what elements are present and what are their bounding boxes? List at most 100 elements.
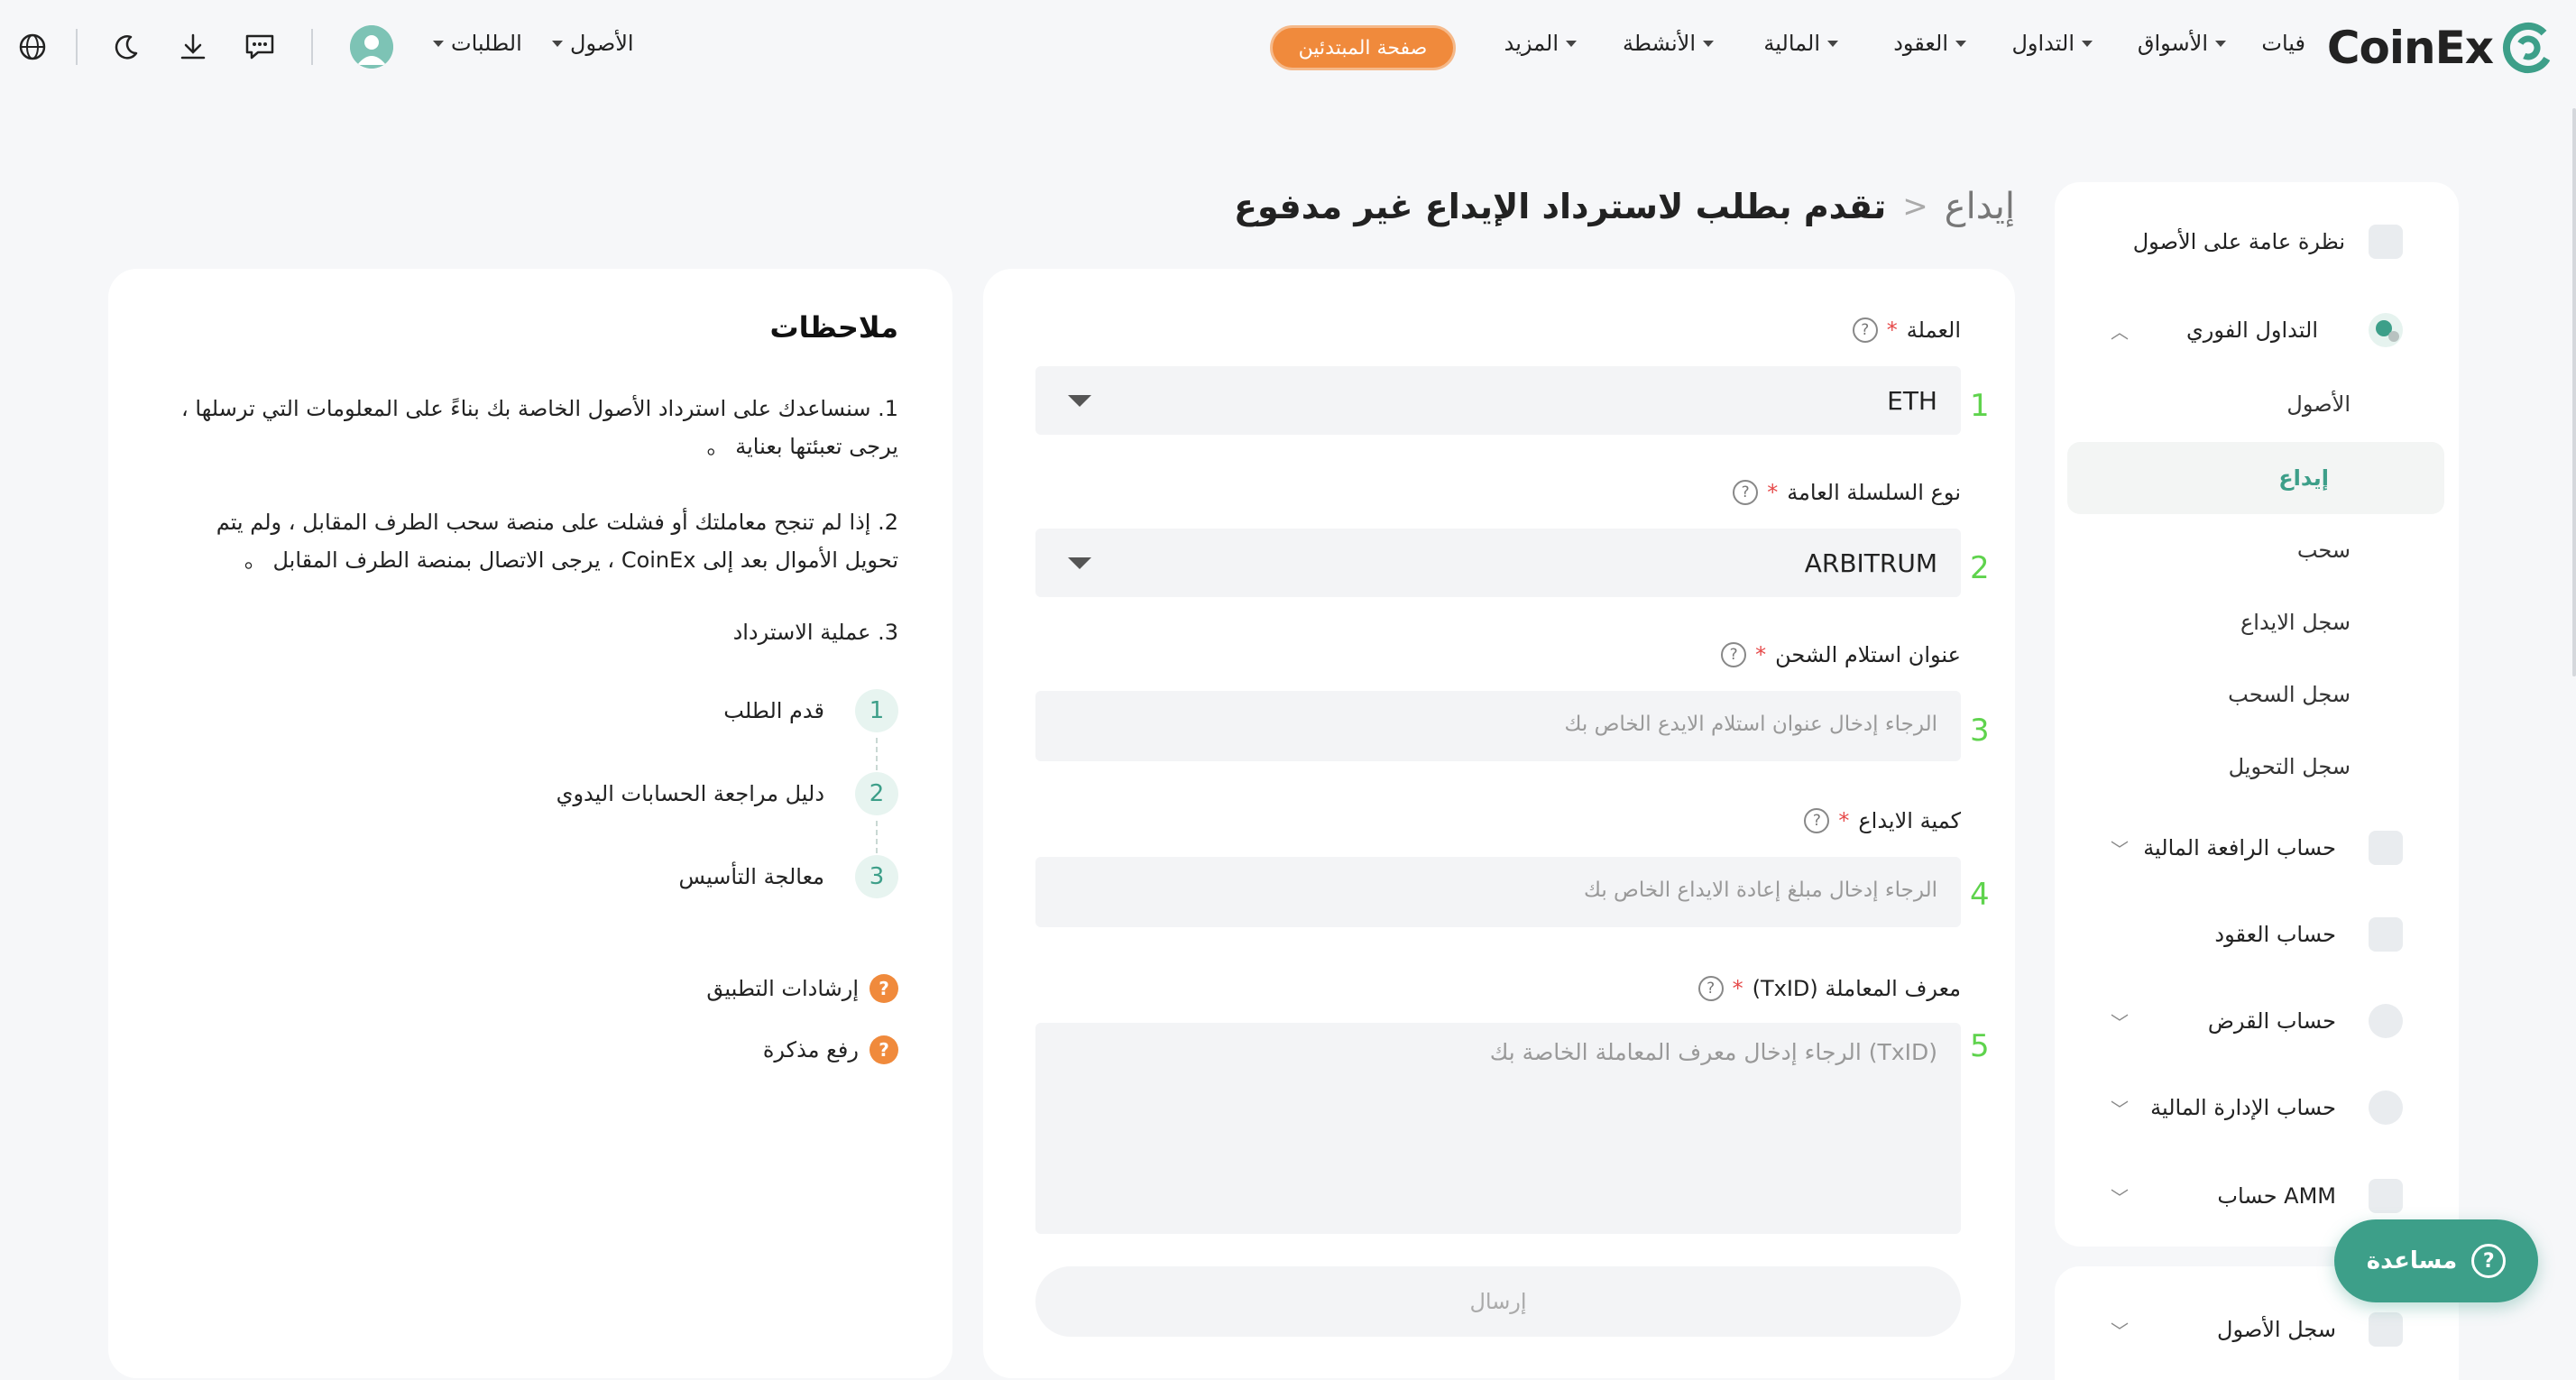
step-number: 1 [1970, 388, 1990, 424]
nav-futures[interactable]: العقود [1893, 31, 1966, 56]
help-icon[interactable]: ? [1804, 808, 1830, 833]
nav-activities[interactable]: الأنشطة [1623, 31, 1714, 56]
nav-orders-label: الطلبات [451, 31, 522, 56]
sidebar-item-futures[interactable]: حساب العقود [2055, 907, 2459, 961]
chevron-down-icon [2082, 40, 2093, 47]
nav-trading[interactable]: التداول [2011, 31, 2093, 56]
chevron-down-icon[interactable]: ﹀ [2111, 835, 2129, 861]
txid-placeholder: الرجاء إدخال معرف المعاملة الخاصة بك (Tx… [1489, 1039, 1937, 1065]
question-icon: ? [2471, 1244, 2507, 1278]
nav-more-label: المزيد [1504, 31, 1559, 56]
amount-label: كمية الايداع * ? [1804, 808, 1961, 833]
globe-icon[interactable] [16, 31, 49, 63]
chevron-down-icon [1827, 40, 1838, 47]
chevron-down-icon [433, 40, 444, 47]
help-icon[interactable]: ? [1721, 642, 1747, 667]
step-circle: 3 [855, 855, 898, 898]
coin-select[interactable]: ETH [1035, 366, 1961, 435]
txid-textarea[interactable]: الرجاء إدخال معرف المعاملة الخاصة بك (Tx… [1035, 1023, 1961, 1234]
chevron-down-icon[interactable]: ﹀ [2111, 1008, 2129, 1035]
submit-button[interactable]: إرسال [1035, 1266, 1961, 1337]
sidebar-item-margin[interactable]: حساب الرافعة المالية ﹀ [2055, 821, 2459, 875]
chat-icon[interactable] [244, 31, 276, 63]
chevron-down-icon [1566, 40, 1577, 47]
guide-text: إرشادات التطبيق [706, 976, 859, 1001]
address-label-text: عنوان استلام الشحن [1775, 642, 1961, 667]
help-icon[interactable]: ? [1697, 976, 1724, 1001]
step-connector [876, 738, 878, 770]
divider [76, 29, 78, 65]
nav-markets-label: الأسواق [2137, 31, 2208, 56]
nav-finance-label: المالية [1763, 31, 1820, 56]
coin-label: العملة * ? [1852, 317, 1961, 343]
required-mark: * [1755, 642, 1767, 667]
breadcrumb-deposit-link[interactable]: إيداع [1945, 186, 2015, 227]
sidebar-item-deposit-history[interactable]: سجل الايداع [2055, 595, 2459, 649]
amm-icon [2369, 1179, 2403, 1213]
sidebar-item-transfer-history[interactable]: سجل التحويل [2055, 740, 2459, 794]
chevron-up-icon[interactable]: ︿ [2111, 317, 2129, 344]
step-number: 3 [1970, 713, 1990, 749]
address-input[interactable]: الرجاء إدخال عنوان استلام الايدع الخاص ب… [1035, 691, 1961, 761]
chevron-down-icon[interactable]: ﹀ [2111, 1317, 2129, 1343]
step-number: 2 [1970, 550, 1990, 586]
nav-fiat[interactable]: فيات [2261, 31, 2305, 56]
sidebar-item-deposit[interactable]: إيداع [2055, 451, 2459, 505]
sidebar-amm-label: حساب AMM [2217, 1183, 2336, 1209]
sidebar-item-withdraw[interactable]: سحب [2055, 523, 2459, 577]
submit-ticket-link[interactable]: ? رفع مذكرة [763, 1035, 898, 1064]
sidebar-item-assets[interactable]: الأصول [2055, 377, 2459, 431]
step-number: 5 [1970, 1028, 1990, 1064]
help-icon[interactable]: ? [1733, 480, 1759, 505]
required-mark: * [1732, 976, 1743, 1001]
breadcrumb: إيداع < تقدم بطلب لاسترداد الإيداع غير م… [1234, 186, 2015, 227]
sidebar-item-amm[interactable]: حساب AMM ﹀ [2055, 1169, 2459, 1223]
chevron-down-icon [2215, 40, 2226, 47]
nav-activities-label: الأنشطة [1623, 31, 1696, 56]
sidebar-item-spot[interactable]: التداول الفوري ︿ [2055, 303, 2459, 357]
sidebar-item-loan[interactable]: حساب القرض ﹀ [2055, 994, 2459, 1048]
help-button[interactable]: ? مساعدة [2334, 1219, 2538, 1302]
moon-icon[interactable] [110, 31, 143, 63]
spot-icon [2369, 313, 2403, 347]
dropdown-arrow-icon [1068, 557, 1091, 569]
chain-select[interactable]: ARBITRUM [1035, 529, 1961, 597]
required-mark: * [1838, 808, 1850, 833]
sidebar-item-overview[interactable]: نظرة عامة على الأصول [2055, 215, 2459, 269]
breadcrumb-separator: < [1902, 189, 1928, 225]
chevron-down-icon[interactable]: ﹀ [2111, 1183, 2129, 1210]
logo-text: CoinEx [2326, 22, 2494, 74]
beginner-page-button[interactable]: صفحة المبتدئين [1270, 25, 1456, 70]
chevron-down-icon [552, 40, 563, 47]
coinex-logo-icon [2503, 23, 2553, 73]
notes-card: ملاحظات 1. سنساعدك على استرداد الأصول ال… [108, 269, 952, 1378]
sidebar-sub-label: سجل الايداع [2240, 610, 2351, 635]
sidebar-sub-label: سجل التحويل [2228, 754, 2351, 779]
chain-label: نوع السلسلة العامة * ? [1733, 480, 1961, 505]
sidebar-overview-label: نظرة عامة على الأصول [2132, 229, 2345, 254]
coinex-logo[interactable]: CoinEx [2327, 20, 2554, 76]
chevron-down-icon [1703, 40, 1714, 47]
amount-input[interactable]: الرجاء إدخال مبلغ إعادة الايداع الخاص بك [1035, 857, 1961, 927]
application-guide-link[interactable]: ? إرشادات التطبيق [706, 974, 898, 1003]
required-mark: * [1767, 480, 1779, 505]
chevron-down-icon[interactable]: ﹀ [2111, 1095, 2129, 1121]
chevron-down-icon [1955, 40, 1966, 47]
user-icon [350, 25, 393, 69]
nav-more[interactable]: المزيد [1504, 31, 1577, 56]
note-2: 2. إذا لم تنجح معاملتك أو فشلت على منصة … [216, 510, 898, 573]
sidebar-item-withdraw-history[interactable]: سجل السحب [2055, 667, 2459, 722]
help-icon[interactable]: ? [1852, 317, 1878, 343]
nav-markets[interactable]: الأسواق [2138, 31, 2226, 56]
sidebar-item-financial[interactable]: حساب الإدارة المالية ﹀ [2055, 1081, 2459, 1135]
nav-assets[interactable]: الأصول [552, 31, 634, 56]
avatar[interactable] [350, 25, 393, 69]
sidebar-item-asset-history[interactable]: سجل الأصول ﹀ [2055, 1302, 2459, 1357]
amount-input-placeholder: الرجاء إدخال مبلغ إعادة الايداع الخاص بك [1583, 879, 1937, 902]
nav-orders[interactable]: الطلبات [433, 31, 522, 56]
amount-label-text: كمية الايداع [1858, 808, 1961, 833]
scrollbar[interactable] [2572, 108, 2576, 676]
download-icon[interactable] [177, 31, 209, 63]
nav-finance[interactable]: المالية [1763, 31, 1838, 56]
note-3: 3. عملية الاسترداد [732, 620, 898, 645]
